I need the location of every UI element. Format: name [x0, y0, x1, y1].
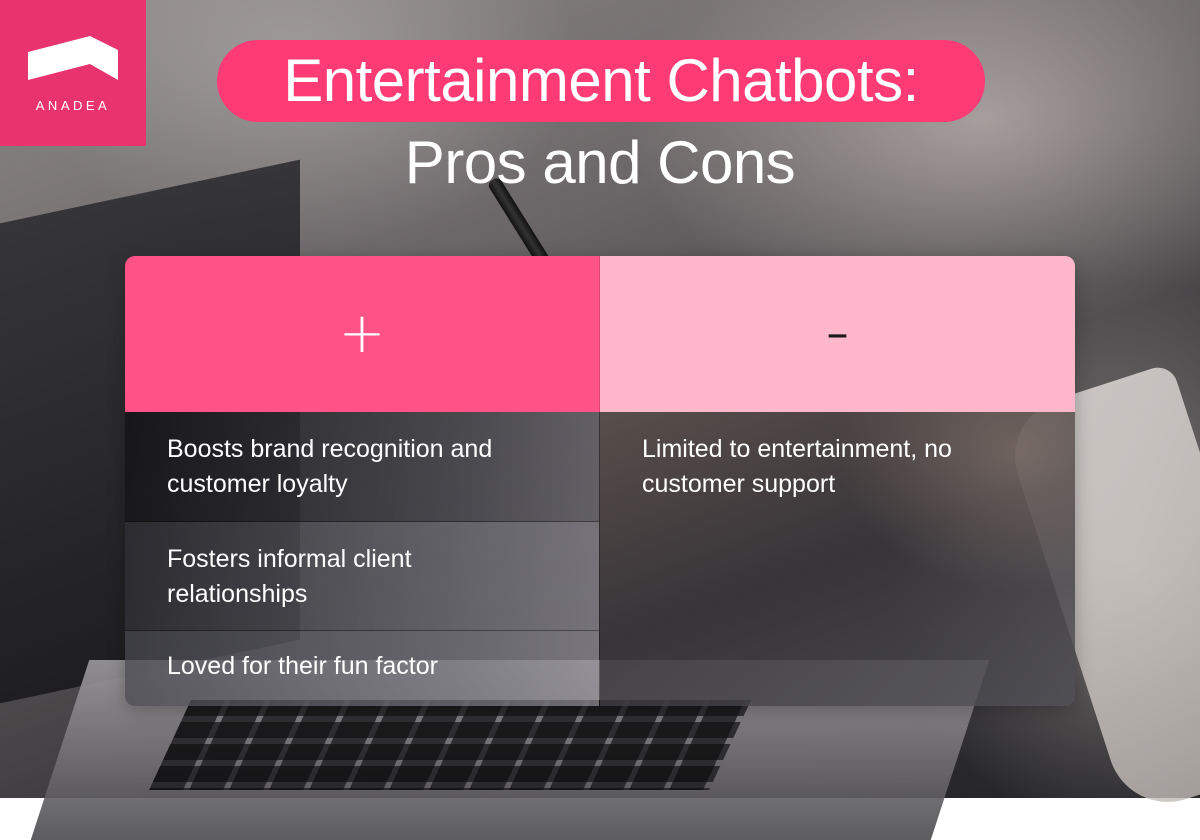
title-pill: Entertainment Chatbots: [217, 40, 985, 122]
brand-logo: ANADEA [0, 0, 146, 146]
pros-header: + [125, 256, 600, 412]
pro-item: Loved for their fun factor [125, 631, 599, 706]
page-title-line1: Entertainment Chatbots: [283, 47, 919, 114]
pro-item: Fosters informal client relationships [125, 522, 599, 631]
keyboard [149, 700, 751, 790]
brand-name: ANADEA [35, 98, 111, 113]
house-roof-icon [28, 36, 118, 80]
cons-header: – [600, 256, 1075, 412]
cons-column: Limited to entertainment, no customer su… [600, 412, 1075, 706]
plus-icon: + [338, 301, 386, 366]
pros-column: Boosts brand recognition and customer lo… [125, 412, 600, 706]
pro-item: Boosts brand recognition and customer lo… [125, 412, 599, 522]
minus-icon: – [826, 308, 849, 359]
con-item: Limited to entertainment, no customer su… [642, 435, 952, 498]
pros-cons-table: + – Boosts brand recognition and custome… [125, 256, 1075, 706]
page-title-line2: Pros and Cons [404, 129, 796, 196]
